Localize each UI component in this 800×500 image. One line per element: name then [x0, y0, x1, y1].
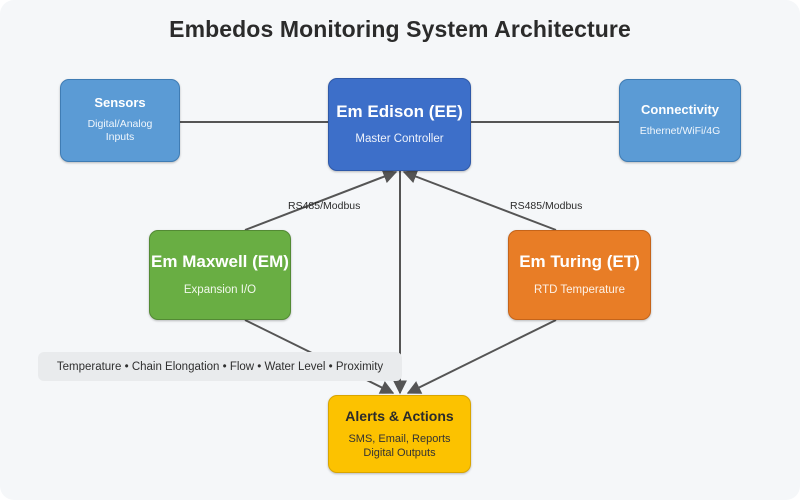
node-em-maxwell-title: Em Maxwell (EM) — [151, 251, 289, 271]
edge-turing-to-alerts — [406, 319, 557, 394]
node-alerts-actions-subtitle: SMS, Email, Reports Digital Outputs — [348, 432, 451, 460]
node-em-turing[interactable]: Em Turing (ET) RTD Temperature — [508, 230, 651, 320]
sensor-type-list: Temperature • Chain Elongation • Flow • … — [38, 352, 402, 381]
node-em-turing-title: Em Turing (ET) — [519, 251, 640, 271]
edge-label-rs485-right: RS485/Modbus — [510, 200, 583, 212]
node-em-edison[interactable]: Em Edison (EE) Master Controller — [328, 78, 471, 171]
node-em-maxwell-subtitle: Expansion I/O — [183, 284, 257, 297]
node-em-edison-subtitle: Master Controller — [355, 133, 444, 146]
node-connectivity[interactable]: Connectivity Ethernet/WiFi/4G — [619, 79, 741, 162]
edge-label-rs485-left: RS485/Modbus — [288, 200, 361, 212]
node-sensors-subtitle: Digital/Analog Inputs — [87, 118, 153, 144]
diagram-canvas: Embedos Monitoring System Architecture R… — [0, 0, 800, 500]
sensor-type-list-text: Temperature • Chain Elongation • Flow • … — [56, 360, 384, 373]
node-connectivity-subtitle: Ethernet/WiFi/4G — [639, 124, 721, 137]
node-sensors[interactable]: Sensors Digital/Analog Inputs — [60, 79, 180, 162]
node-em-turing-subtitle: RTD Temperature — [534, 284, 625, 297]
node-alerts-actions-title: Alerts & Actions — [345, 407, 454, 424]
node-em-maxwell[interactable]: Em Maxwell (EM) Expansion I/O — [149, 230, 291, 320]
node-em-edison-title: Em Edison (EE) — [336, 101, 463, 121]
node-sensors-title: Sensors — [94, 95, 146, 111]
node-alerts-actions[interactable]: Alerts & Actions SMS, Email, Reports Dig… — [328, 395, 471, 473]
node-connectivity-title: Connectivity — [640, 101, 719, 117]
